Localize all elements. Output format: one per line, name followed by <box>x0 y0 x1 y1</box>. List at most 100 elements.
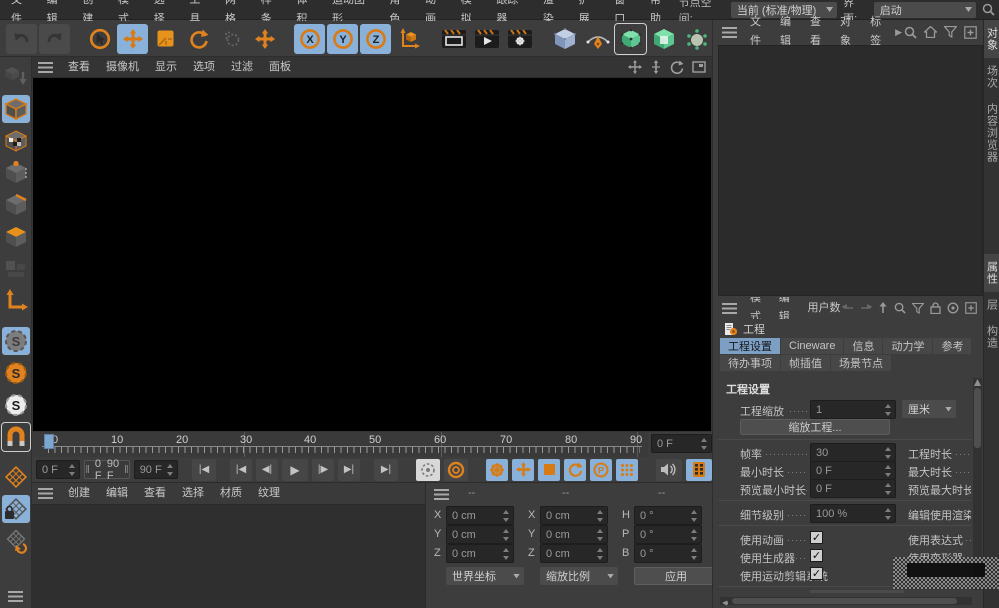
dock-tab-layers[interactable]: 层 <box>984 292 999 318</box>
am-target-icon[interactable] <box>947 302 959 314</box>
scale-y-field[interactable]: 0 cm <box>540 525 608 544</box>
am-filter-icon[interactable] <box>912 303 924 314</box>
parent-up-icon[interactable] <box>878 302 888 314</box>
am-search-icon[interactable] <box>894 302 906 314</box>
mat-menu-create[interactable]: 创建 <box>61 484 97 503</box>
key-pla-button[interactable] <box>616 459 638 481</box>
viewport-rotate-icon[interactable] <box>670 60 684 74</box>
use-motion-clips-checkbox[interactable] <box>810 567 823 580</box>
spinner-arrows-icon[interactable] <box>597 510 605 522</box>
vp-menu-options[interactable]: 选项 <box>186 57 222 77</box>
timeline-playhead[interactable] <box>44 434 54 449</box>
viewport-maximize-icon[interactable] <box>692 61 706 73</box>
lod-field[interactable]: 100 % <box>810 504 896 523</box>
y-axis-lock-button[interactable]: Y <box>327 24 358 54</box>
tab-dynamics[interactable]: 动力学 <box>883 338 932 354</box>
scale-tool[interactable] <box>150 24 181 54</box>
am-add-icon[interactable] <box>965 302 977 314</box>
sound-toggle-button[interactable] <box>656 459 682 481</box>
viewport-canvas[interactable] <box>33 78 711 431</box>
dock-tab-content-browser[interactable]: 内容浏览器 <box>984 96 999 170</box>
spinner-arrows-icon[interactable] <box>691 529 699 541</box>
axis-mode-button[interactable] <box>2 287 30 315</box>
spinner-arrows-icon[interactable] <box>885 447 893 459</box>
key-scale-button[interactable] <box>538 459 560 481</box>
am-menu-edit[interactable]: 编辑 <box>772 297 799 319</box>
spline-pen-button[interactable] <box>582 24 613 54</box>
spinner-arrows-icon[interactable] <box>885 508 893 520</box>
scrollbar-thumb[interactable] <box>732 598 957 604</box>
project-scale-unit-select[interactable]: 厘米 <box>902 400 956 418</box>
scrollbar-thumb[interactable] <box>974 388 981 448</box>
rot-b-field[interactable]: 0 ° <box>634 544 702 563</box>
menu-overflow-icon[interactable]: ▶ <box>893 27 902 38</box>
lock-workplane-button[interactable] <box>2 495 30 523</box>
autokey-button[interactable] <box>444 459 468 481</box>
spinner-arrows-icon[interactable] <box>885 404 893 416</box>
x-axis-lock-button[interactable]: X <box>294 24 325 54</box>
previous-frame-button[interactable]: ◀| <box>256 459 278 481</box>
mat-menu-edit[interactable]: 编辑 <box>99 484 135 503</box>
use-animation-checkbox[interactable] <box>810 531 823 544</box>
scale-z-field[interactable]: 0 cm <box>540 544 608 563</box>
rot-p-field[interactable]: 0 ° <box>634 525 702 544</box>
rot-h-field[interactable]: 0 ° <box>634 506 702 525</box>
dock-tab-attributes[interactable]: 属性 <box>984 254 999 292</box>
current-frame-field[interactable]: 0 F <box>651 434 712 453</box>
end-frame-field[interactable]: 90 F <box>134 460 178 479</box>
edge-mode-button[interactable] <box>2 191 30 219</box>
preview-range-display[interactable]: ‖ 0 F 90 F ‖ <box>84 460 129 479</box>
dock-tab-objects[interactable]: 对象 <box>984 20 999 58</box>
deformer-button[interactable] <box>681 24 712 54</box>
preview-render-button[interactable] <box>686 459 712 481</box>
spinner-arrows-icon[interactable] <box>69 464 77 476</box>
spinner-arrows-icon[interactable] <box>503 510 511 522</box>
scale-x-field[interactable]: 0 cm <box>540 506 608 525</box>
dock-tab-takes[interactable]: 场次 <box>984 58 999 96</box>
search-icon[interactable] <box>982 3 995 16</box>
spinner-arrows-icon[interactable] <box>597 548 605 560</box>
tab-project-settings[interactable]: 工程设置 <box>720 338 780 354</box>
snap-disabled-button[interactable]: S <box>2 327 30 355</box>
render-to-picture-viewer-button[interactable] <box>471 24 502 54</box>
coordinate-system-button[interactable] <box>393 24 424 54</box>
history-back-icon[interactable] <box>842 303 854 313</box>
bottom-panel-menu-handle[interactable] <box>8 591 23 602</box>
am-lock-icon[interactable] <box>930 302 941 314</box>
snap-3d-button[interactable]: S <box>2 391 30 419</box>
rotate-tool[interactable] <box>183 24 214 54</box>
make-editable-button[interactable] <box>2 63 30 91</box>
am-menu-userdata[interactable]: 用户数据 <box>801 299 841 318</box>
timeline-ruler[interactable]: 0 10 20 30 40 50 60 70 80 90 <box>32 432 648 457</box>
spinner-arrows-icon[interactable] <box>701 438 709 450</box>
next-key-button[interactable]: ▶| <box>338 459 360 481</box>
attribute-menu-handle[interactable] <box>722 303 737 314</box>
pos-z-field[interactable]: 0 cm <box>446 544 514 563</box>
am-menu-mode[interactable]: 模式 <box>743 297 770 319</box>
coordinate-system-select[interactable]: 世界坐标 <box>446 567 524 585</box>
spinner-arrows-icon[interactable] <box>167 464 175 476</box>
scale-mode-select[interactable]: 缩放比例 <box>540 567 618 585</box>
apply-button[interactable]: 应用 <box>634 567 718 585</box>
coordinates-menu-handle[interactable] <box>434 489 449 500</box>
keyframe-selection-button[interactable] <box>486 459 508 481</box>
scroll-left-icon[interactable] <box>722 600 728 606</box>
default-color-select[interactable]: 60% 灰色 <box>810 590 904 593</box>
tab-cineware[interactable]: Cineware <box>781 338 843 354</box>
next-frame-button[interactable]: |▶ <box>312 459 334 481</box>
history-forward-icon[interactable] <box>860 303 872 313</box>
render-settings-button[interactable] <box>504 24 535 54</box>
model-mode-button[interactable] <box>2 95 30 123</box>
previous-key-button[interactable]: |◀ <box>230 459 252 481</box>
workplane-button[interactable] <box>2 463 30 491</box>
viewport-menu-handle[interactable] <box>38 62 53 73</box>
z-axis-lock-button[interactable]: Z <box>360 24 391 54</box>
om-search-icon[interactable] <box>904 26 917 39</box>
last-tool-used[interactable] <box>216 24 247 54</box>
goto-end-button[interactable]: ▶| <box>374 459 398 481</box>
start-frame-field[interactable]: 0 F <box>36 460 80 479</box>
scroll-up-icon[interactable] <box>974 379 981 386</box>
preview-min-field[interactable]: 0 F <box>810 479 896 498</box>
use-generators-checkbox[interactable] <box>810 549 823 562</box>
tab-scene-nodes[interactable]: 场景节点 <box>831 355 891 371</box>
